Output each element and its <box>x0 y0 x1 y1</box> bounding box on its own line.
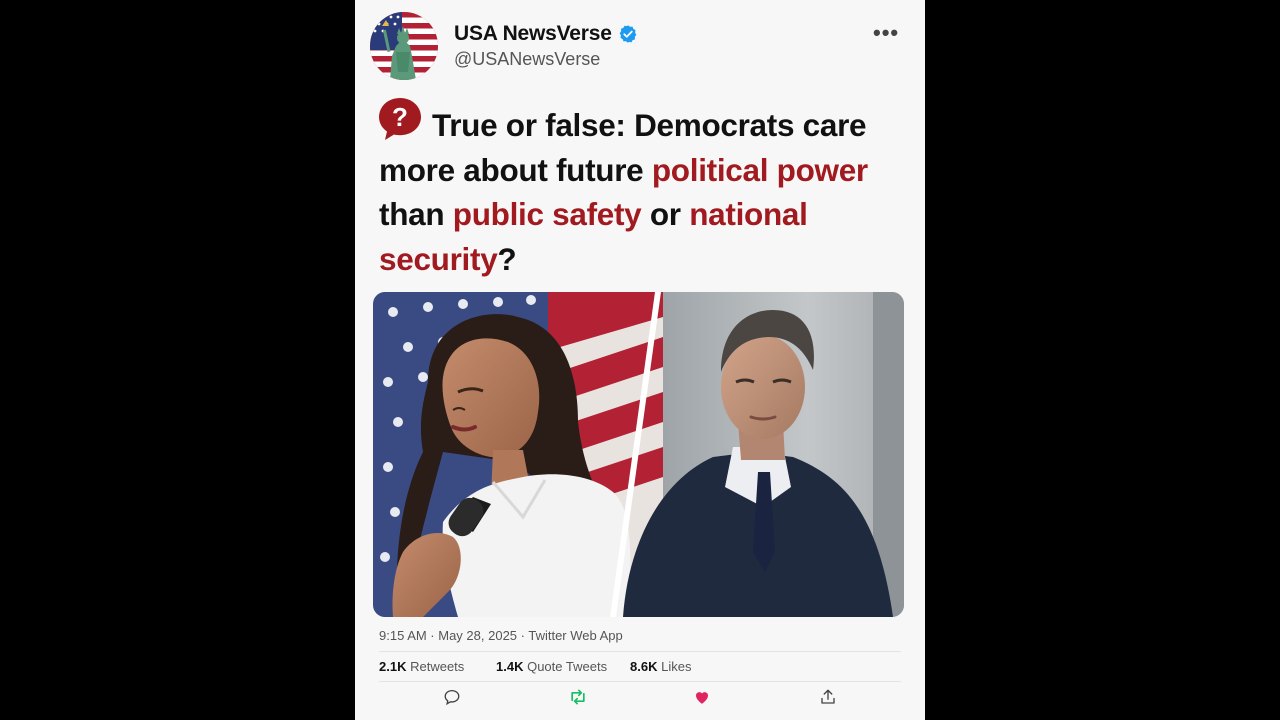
likes-count: 8.6K <box>630 659 658 674</box>
retweet-icon <box>571 689 585 705</box>
avatar-image <box>370 12 438 80</box>
avatar[interactable] <box>370 12 438 80</box>
reply-icon <box>444 689 460 706</box>
quotes-label: Quote Tweets <box>527 659 608 674</box>
tweet-timestamp: 9:15 AM · May 28, 2025 · Twitter Web App <box>379 628 623 643</box>
headline-text-2: than <box>379 196 453 232</box>
retweets-count: 2.1K <box>379 659 407 674</box>
quotes-count: 1.4K <box>496 659 524 674</box>
headline-highlight-public-safety: public safety <box>452 196 642 232</box>
author-name-row: USA NewsVerse <box>454 22 638 46</box>
like-icon <box>696 692 708 704</box>
share-button[interactable] <box>817 686 839 708</box>
author-handle[interactable]: @USANewsVerse <box>454 49 600 70</box>
headline-text-3: or <box>641 196 690 232</box>
share-icon <box>821 689 835 704</box>
verified-icon <box>619 25 637 43</box>
tweet-stats: 2.1K Retweets 1.4K Quote Tweets 8.6K Lik… <box>379 659 691 674</box>
stat-retweets[interactable]: 2.1K Retweets <box>379 659 496 674</box>
more-icon[interactable]: ••• <box>873 20 899 46</box>
tweet-actions <box>355 686 925 708</box>
headline-highlight-political-power: political power <box>651 151 868 188</box>
tweet-photo[interactable] <box>373 292 904 617</box>
divider <box>379 681 901 682</box>
like-button[interactable] <box>691 686 713 708</box>
author-display-name[interactable]: USA NewsVerse <box>454 22 612 46</box>
likes-label: Likes <box>661 659 692 674</box>
retweets-label: Retweets <box>410 659 465 674</box>
retweet-button[interactable] <box>567 686 589 708</box>
stat-likes[interactable]: 8.6K Likes <box>630 659 691 674</box>
reply-button[interactable] <box>441 686 463 708</box>
photo-collage-image <box>373 292 904 617</box>
headline-text-4: ? <box>497 240 517 277</box>
tweet-headline: True or false: Democrats care more about… <box>379 103 909 281</box>
divider <box>379 651 901 652</box>
stat-quote-tweets[interactable]: 1.4K Quote Tweets <box>496 659 630 674</box>
tweet-card: USA NewsVerse @USANewsVerse ••• ? True o… <box>355 0 925 720</box>
